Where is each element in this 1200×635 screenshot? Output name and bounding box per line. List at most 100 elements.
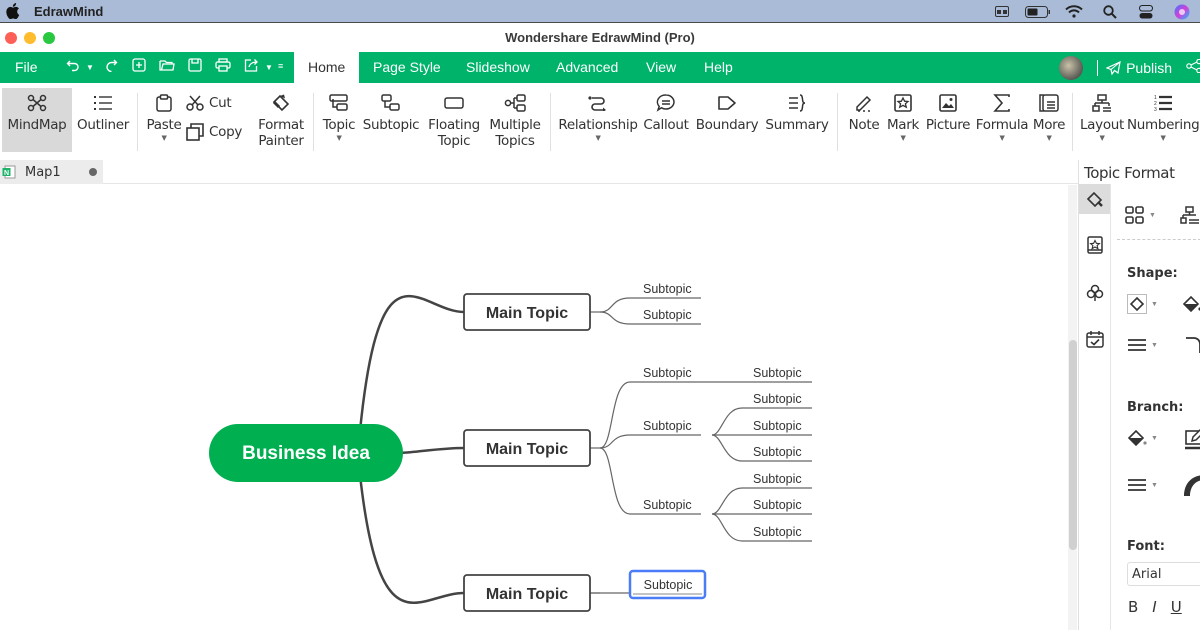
undo-icon[interactable] bbox=[66, 58, 80, 75]
customize-quick-access-icon[interactable]: ≡ bbox=[278, 61, 283, 71]
export-dropdown-icon[interactable]: ▼ bbox=[265, 63, 273, 72]
sub-subtopic-label[interactable]: Subtopic bbox=[753, 445, 802, 459]
document-tab[interactable]: N Map1 bbox=[0, 160, 103, 184]
apple-icon[interactable] bbox=[6, 3, 20, 19]
ribbon-divider bbox=[137, 93, 138, 151]
mark-button[interactable]: Mark ▼ bbox=[885, 91, 921, 143]
branch-edit-button[interactable] bbox=[1185, 428, 1200, 450]
document-tab-strip: N Map1 bbox=[0, 160, 1078, 184]
clipart-tab[interactable] bbox=[1079, 278, 1110, 308]
topic-button[interactable]: Topic ▼ bbox=[319, 91, 359, 143]
font-family-select[interactable]: Arial bbox=[1127, 562, 1200, 586]
numbering-button[interactable]: 123 Numbering ▼ bbox=[1127, 91, 1200, 143]
print-icon[interactable] bbox=[215, 58, 231, 75]
subtopic-label[interactable]: Subtopic bbox=[643, 419, 692, 433]
chevron-down-icon: ▼ bbox=[1151, 481, 1158, 489]
battery-icon[interactable] bbox=[1020, 5, 1056, 18]
relationship-button[interactable]: Relationship ▼ bbox=[558, 91, 638, 143]
branch-color-dropdown[interactable]: ▼ bbox=[1127, 428, 1158, 448]
branch-line-dropdown[interactable]: ▼ bbox=[1127, 478, 1158, 492]
bold-button[interactable]: B bbox=[1128, 598, 1138, 616]
copy-button[interactable]: Copy bbox=[186, 123, 242, 141]
search-icon[interactable] bbox=[1092, 4, 1128, 19]
subtopic-button[interactable]: Subtopic bbox=[362, 91, 420, 133]
diamond-shape-icon bbox=[1127, 294, 1147, 314]
mindmap-canvas[interactable]: Business Idea Subtopic Subtopic Main Topic S… bbox=[0, 185, 1068, 630]
siri-icon[interactable] bbox=[1164, 4, 1200, 20]
subtopic-label[interactable]: Subtopic bbox=[643, 282, 692, 296]
undo-dropdown-icon[interactable]: ▼ bbox=[86, 63, 94, 72]
corner-style-button[interactable] bbox=[1184, 336, 1200, 354]
subtopic-label[interactable]: Subtopic bbox=[643, 366, 692, 380]
mindmap-view-button[interactable]: MindMap bbox=[2, 88, 72, 152]
note-button[interactable]: Note bbox=[845, 91, 883, 133]
open-icon[interactable] bbox=[159, 58, 175, 75]
shape-dropdown[interactable]: ▼ bbox=[1127, 294, 1158, 314]
vertical-scrollbar-thumb[interactable] bbox=[1069, 340, 1077, 550]
share-icon[interactable] bbox=[1186, 59, 1200, 76]
structure-button[interactable] bbox=[1180, 206, 1200, 224]
wifi-icon[interactable] bbox=[1056, 5, 1092, 18]
subtopic-label[interactable]: Subtopic bbox=[643, 308, 692, 322]
copy-icon bbox=[186, 123, 204, 141]
file-menu-button[interactable]: File bbox=[15, 59, 38, 75]
sub-subtopic-label[interactable]: Subtopic bbox=[753, 525, 802, 539]
font-style-buttons: B I U bbox=[1128, 598, 1182, 616]
mark-dropdown-icon[interactable]: ▼ bbox=[885, 133, 921, 143]
floating-topic-button[interactable]: Floating Topic bbox=[427, 91, 481, 149]
publish-button[interactable]: Publish bbox=[1106, 60, 1172, 76]
export-icon[interactable] bbox=[244, 58, 260, 75]
cut-button[interactable]: Cut bbox=[186, 95, 232, 111]
format-painter-button[interactable]: Format Painter bbox=[255, 91, 307, 149]
sub-subtopic-label[interactable]: Subtopic bbox=[753, 498, 802, 512]
boundary-button[interactable]: Boundary bbox=[695, 91, 759, 133]
paste-button[interactable]: Paste ▼ bbox=[144, 91, 184, 143]
more-button[interactable]: More ▼ bbox=[1030, 91, 1068, 143]
layout-style-dropdown[interactable]: ▼ bbox=[1125, 206, 1156, 224]
tab-page-style[interactable]: Page Style bbox=[373, 52, 441, 83]
sub-subtopic-label[interactable]: Subtopic bbox=[753, 366, 802, 380]
tab-home[interactable]: Home bbox=[294, 52, 360, 83]
sub-subtopic-label[interactable]: Subtopic bbox=[753, 419, 802, 433]
paste-dropdown-icon[interactable]: ▼ bbox=[144, 133, 184, 143]
branch-curve-button[interactable] bbox=[1183, 474, 1200, 496]
subtopic-label[interactable]: Subtopic bbox=[643, 498, 692, 512]
italic-button[interactable]: I bbox=[1152, 598, 1156, 616]
shape-fill-button[interactable] bbox=[1182, 294, 1200, 314]
tab-advanced[interactable]: Advanced bbox=[556, 52, 618, 83]
underline-button[interactable]: U bbox=[1171, 598, 1182, 616]
formula-dropdown-icon[interactable]: ▼ bbox=[975, 133, 1029, 143]
summary-button[interactable]: Summary bbox=[765, 91, 829, 133]
send-icon bbox=[1106, 60, 1121, 75]
layout-button[interactable]: Layout ▼ bbox=[1078, 91, 1126, 143]
sub-subtopic-label[interactable]: Subtopic bbox=[753, 392, 802, 406]
more-dropdown-icon[interactable]: ▼ bbox=[1030, 133, 1068, 143]
save-icon[interactable] bbox=[188, 58, 202, 75]
callout-button[interactable]: Callout bbox=[642, 91, 690, 133]
layout-dropdown-icon[interactable]: ▼ bbox=[1078, 133, 1126, 143]
picture-button[interactable]: Picture bbox=[924, 91, 972, 133]
style-tab[interactable] bbox=[1079, 184, 1110, 214]
numbering-dropdown-icon[interactable]: ▼ bbox=[1127, 133, 1199, 143]
topic-dropdown-icon[interactable]: ▼ bbox=[319, 133, 359, 143]
unsaved-indicator[interactable] bbox=[88, 168, 97, 176]
task-tab[interactable] bbox=[1079, 324, 1110, 354]
screen-icon[interactable] bbox=[984, 6, 1020, 17]
app-menu-name[interactable]: EdrawMind bbox=[34, 4, 103, 19]
control-center-icon[interactable] bbox=[1128, 4, 1164, 19]
tab-view[interactable]: View bbox=[646, 52, 676, 83]
formula-button[interactable]: Formula ▼ bbox=[975, 91, 1029, 143]
border-line-dropdown[interactable]: ▼ bbox=[1127, 338, 1158, 352]
user-avatar[interactable] bbox=[1059, 55, 1084, 80]
new-icon[interactable] bbox=[132, 58, 146, 75]
tab-slideshow[interactable]: Slideshow bbox=[466, 52, 530, 83]
outliner-view-button[interactable]: Outliner bbox=[76, 91, 130, 133]
mark-tab[interactable] bbox=[1079, 230, 1110, 260]
redo-icon[interactable] bbox=[104, 58, 118, 75]
relationship-dropdown-icon[interactable]: ▼ bbox=[558, 133, 638, 143]
tab-help[interactable]: Help bbox=[704, 52, 733, 83]
sub-subtopic-label[interactable]: Subtopic bbox=[753, 472, 802, 486]
mindmap-diagram[interactable]: Business Idea Subtopic Subtopic Main Topic S… bbox=[0, 185, 1068, 630]
subtopic-label[interactable]: Subtopic bbox=[644, 578, 693, 592]
multiple-topics-button[interactable]: Multiple Topics bbox=[488, 91, 542, 149]
